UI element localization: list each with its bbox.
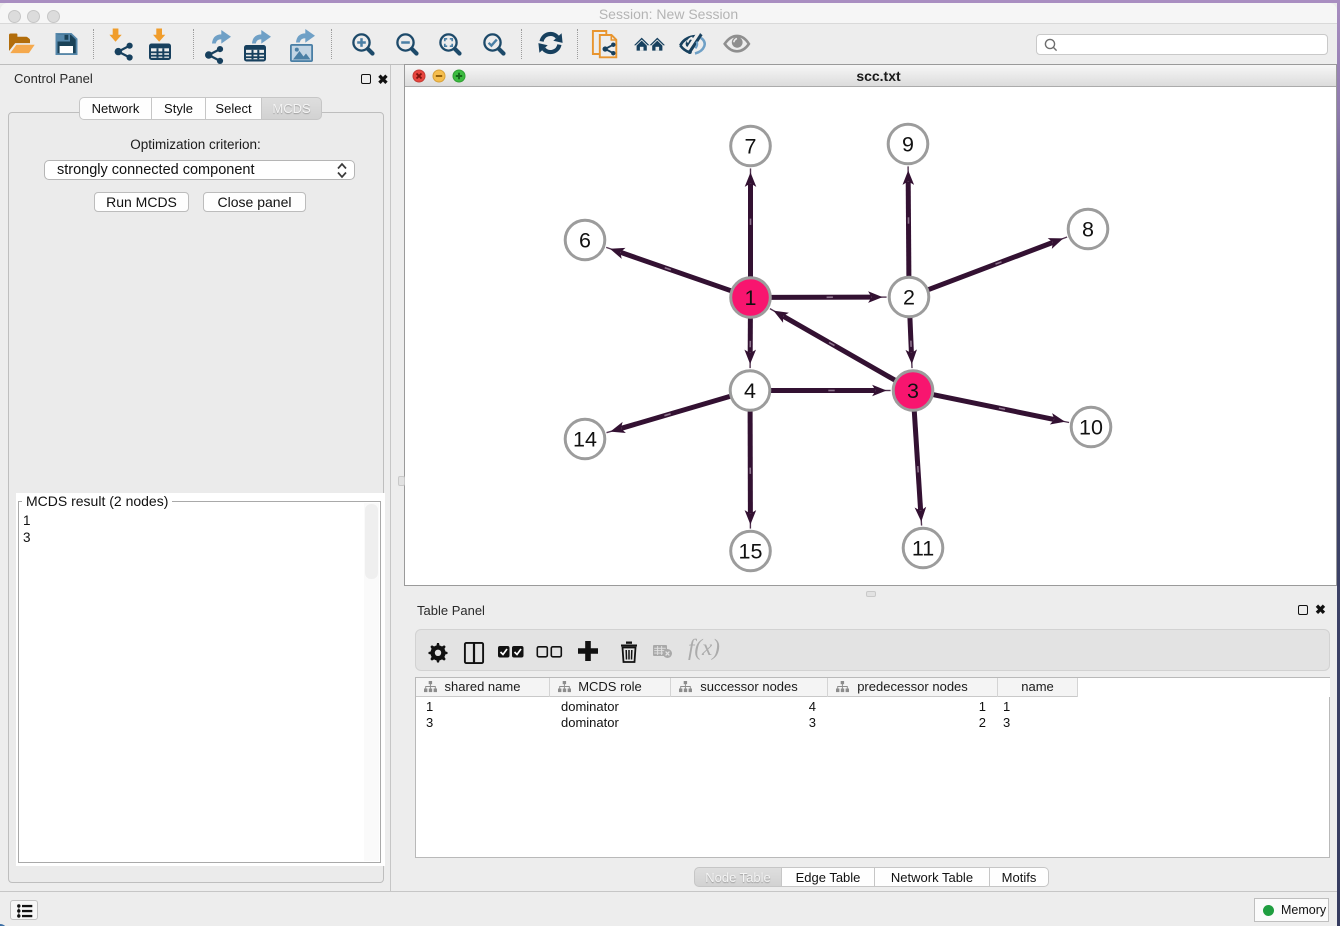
svg-text:8: 8 xyxy=(1082,218,1094,242)
svg-text:11: 11 xyxy=(912,537,934,561)
svg-text:3: 3 xyxy=(907,379,919,403)
svg-text:2: 2 xyxy=(903,286,915,310)
svg-text:14: 14 xyxy=(573,428,597,452)
svg-text:15: 15 xyxy=(739,540,763,564)
svg-text:7: 7 xyxy=(745,135,757,159)
svg-text:10: 10 xyxy=(1079,416,1103,440)
svg-text:9: 9 xyxy=(902,133,914,157)
svg-text:6: 6 xyxy=(579,229,591,253)
svg-text:1: 1 xyxy=(745,286,757,310)
svg-text:4: 4 xyxy=(744,379,756,403)
